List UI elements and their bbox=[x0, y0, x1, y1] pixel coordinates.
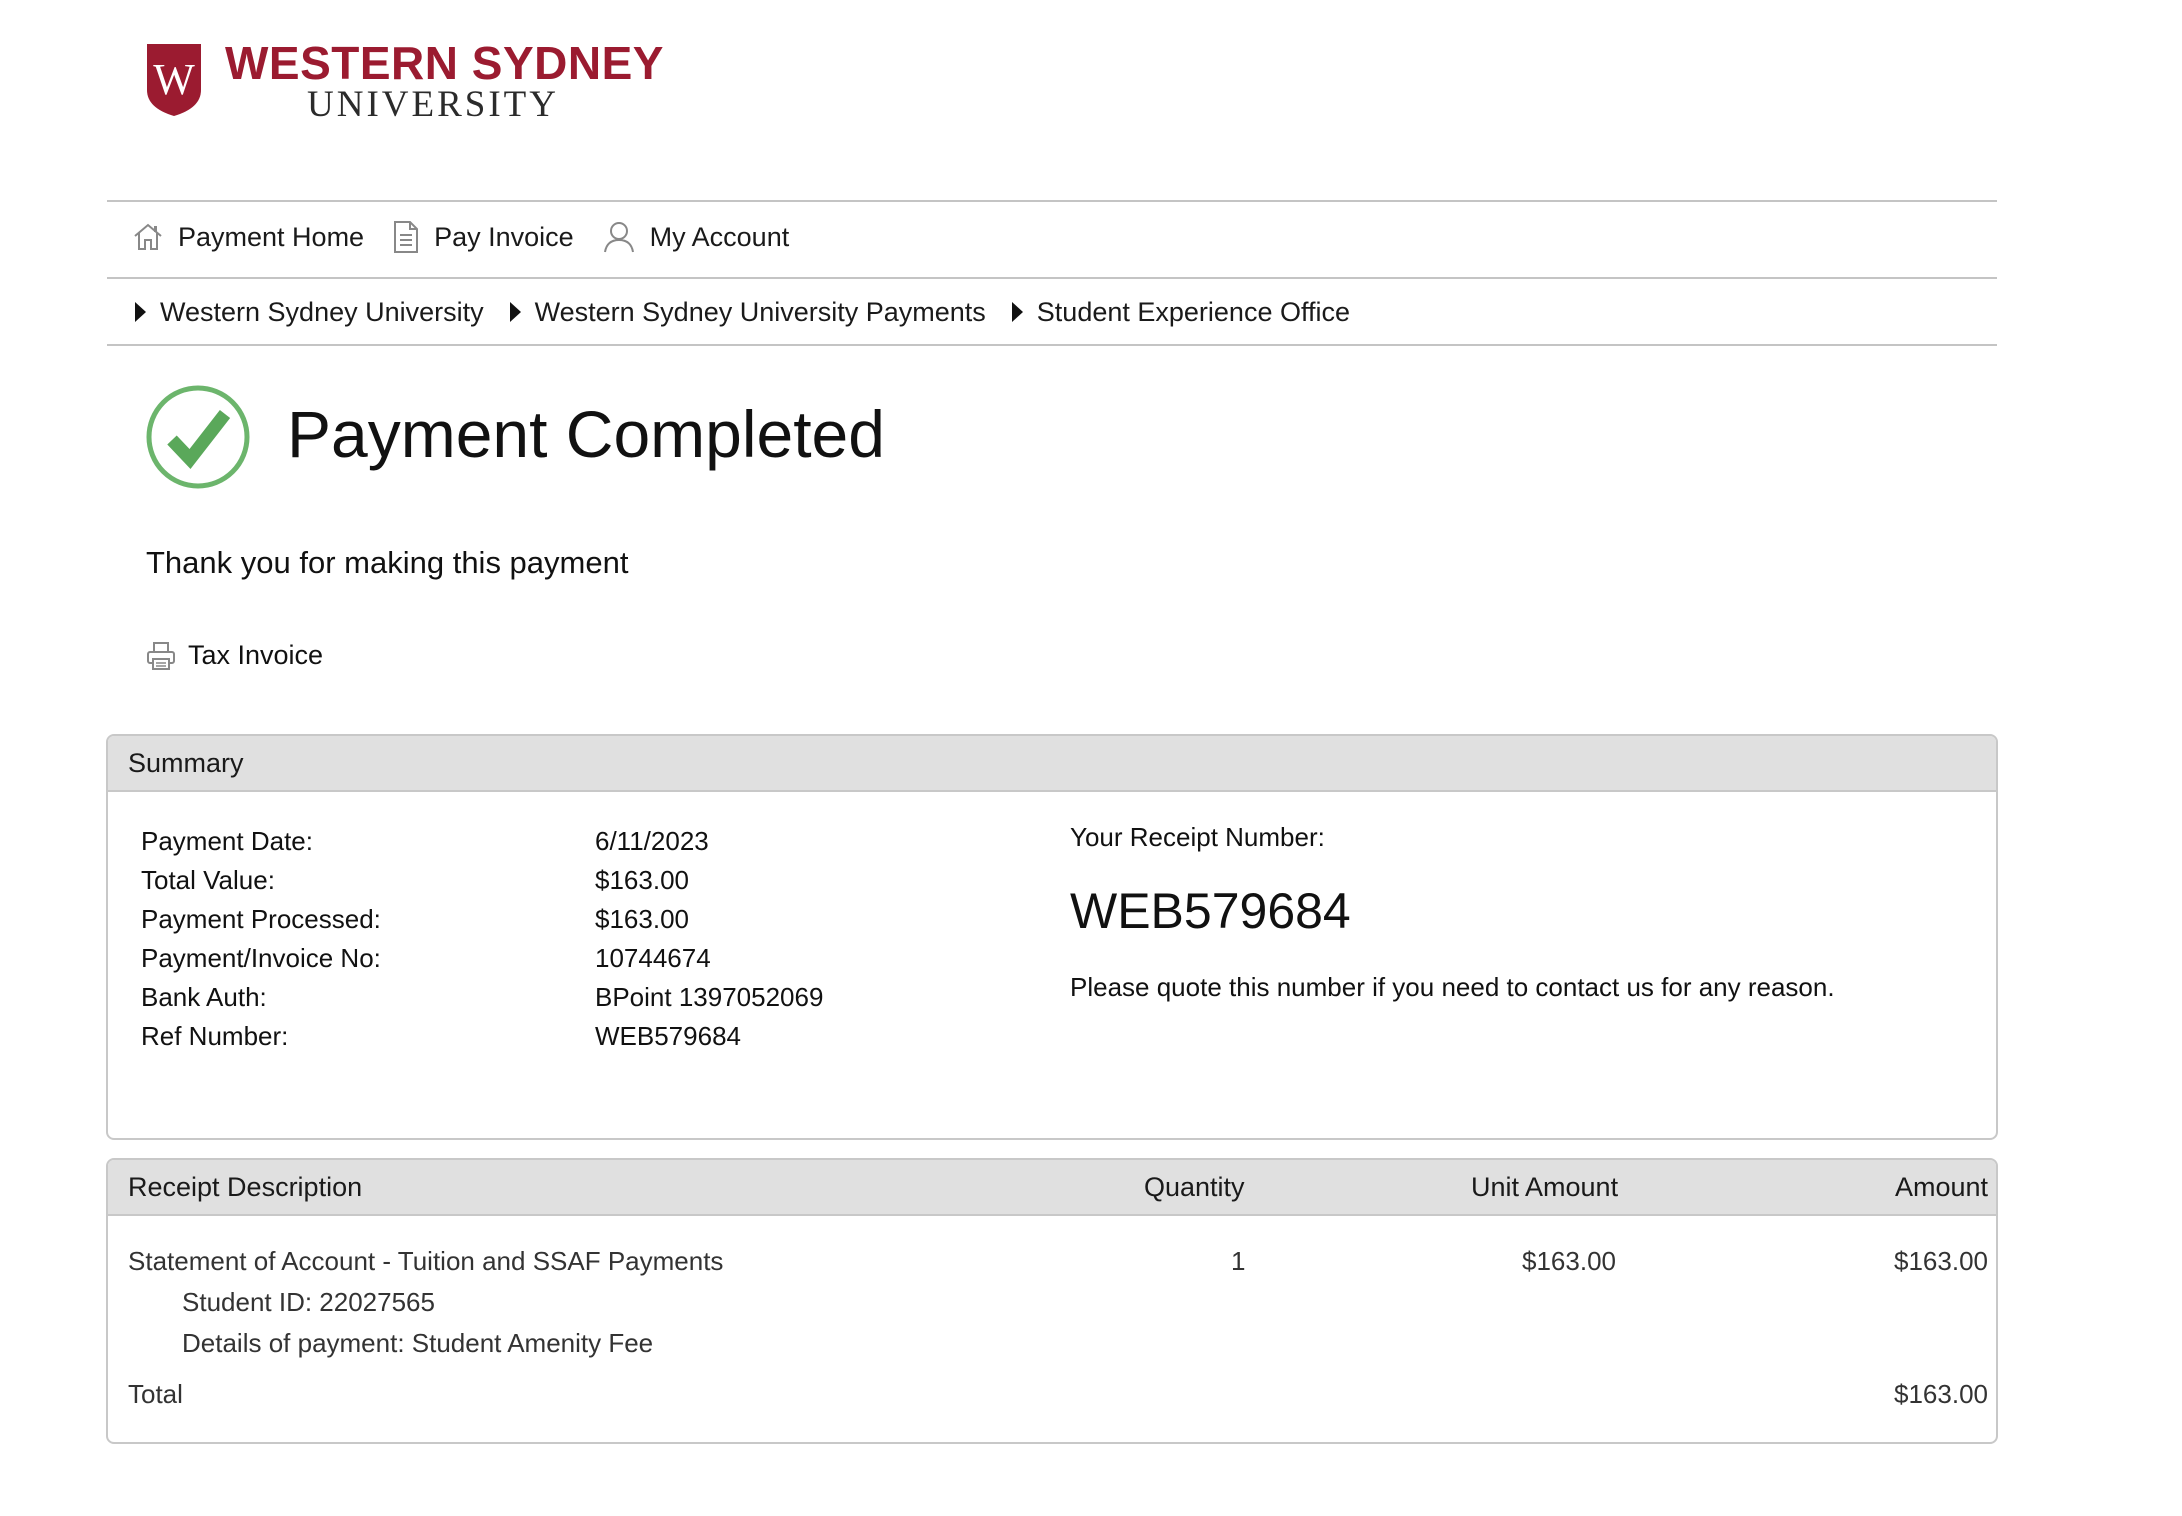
triangle-right-icon bbox=[135, 302, 146, 322]
triangle-right-icon bbox=[1011, 302, 1023, 322]
bank-auth-value: BPoint 1397052069 bbox=[595, 982, 824, 1012]
thank-you-message: Thank you for making this payment bbox=[146, 545, 629, 580]
total-amount: $163.00 bbox=[1894, 1379, 1988, 1409]
nav-my-account-label: My Account bbox=[649, 221, 790, 252]
breadcrumb-item[interactable]: Student Experience Office bbox=[1011, 296, 1350, 328]
breadcrumb-divider bbox=[107, 344, 1997, 346]
column-unit-amount: Unit Amount bbox=[1471, 1172, 1619, 1202]
summary-heading-label: Summary bbox=[128, 747, 244, 778]
column-amount: Amount bbox=[1894, 1172, 1988, 1202]
breadcrumb-item[interactable]: Western Sydney University bbox=[135, 297, 484, 328]
column-receipt-description: Receipt Description bbox=[128, 1172, 363, 1202]
summary-labels: Payment Date: Total Value: Payment Proce… bbox=[141, 822, 381, 1056]
breadcrumb-label: Student Experience Office bbox=[1036, 296, 1350, 327]
nav-payment-home-label: Payment Home bbox=[178, 221, 365, 252]
payment-date-label: Payment Date: bbox=[141, 826, 313, 856]
ref-number-label: Ref Number: bbox=[141, 1021, 289, 1051]
item-amount: $163.00 bbox=[1894, 1246, 1988, 1276]
item-student-id: Student ID: 22027565 bbox=[182, 1287, 435, 1317]
payment-processed-label: Payment Processed: bbox=[141, 904, 381, 934]
invoice-no-label: Payment/Invoice No: bbox=[141, 943, 381, 973]
receipt-number-label: Your Receipt Number: bbox=[1070, 822, 1325, 852]
payment-processed-value: $163.00 bbox=[595, 904, 689, 934]
total-value-value: $163.00 bbox=[595, 865, 689, 895]
receipt-table: Receipt Description Quantity Unit Amount… bbox=[106, 1158, 1998, 1444]
nav-bottom-divider bbox=[107, 277, 1997, 279]
summary-values: 6/11/2023 $163.00 $163.00 10744674 BPoin… bbox=[595, 822, 823, 1056]
column-quantity: Quantity bbox=[1144, 1172, 1245, 1202]
item-quantity: 1 bbox=[1231, 1246, 1246, 1276]
receipt-number: WEB579684 bbox=[1070, 883, 1351, 939]
item-description: Statement of Account - Tuition and SSAF … bbox=[128, 1246, 724, 1276]
receipt-note: Please quote this number if you need to … bbox=[1070, 972, 1835, 1002]
home-icon bbox=[134, 223, 162, 250]
breadcrumb-item[interactable]: Western Sydney University Payments bbox=[509, 296, 986, 328]
breadcrumb-label: Western Sydney University bbox=[160, 296, 484, 327]
shield-logo-icon: W bbox=[147, 44, 201, 116]
summary-heading: Summary bbox=[108, 736, 1996, 792]
total-label: Total bbox=[128, 1379, 183, 1409]
breadcrumb-label: Western Sydney University Payments bbox=[534, 296, 986, 327]
receipt-table-header: Receipt Description Quantity Unit Amount… bbox=[108, 1160, 1996, 1216]
bank-auth-label: Bank Auth: bbox=[141, 982, 267, 1012]
nav-pay-invoice-label: Pay Invoice bbox=[434, 221, 574, 252]
checkmark-circle-icon bbox=[146, 385, 250, 489]
total-value-label: Total Value: bbox=[141, 865, 275, 895]
nav-my-account[interactable]: My Account bbox=[602, 220, 790, 254]
payment-date-value: 6/11/2023 bbox=[595, 826, 709, 856]
logo-line-2: UNIVERSITY bbox=[307, 84, 559, 125]
document-icon bbox=[394, 221, 419, 253]
printer-icon bbox=[147, 641, 175, 670]
breadcrumb: Western Sydney University Western Sydney… bbox=[135, 292, 1376, 332]
triangle-right-icon bbox=[509, 302, 521, 322]
nav-payment-home[interactable]: Payment Home bbox=[132, 221, 364, 253]
invoice-no-value: 10744674 bbox=[595, 943, 711, 973]
nav-pay-invoice[interactable]: Pay Invoice bbox=[392, 220, 574, 254]
shield-letter: W bbox=[153, 55, 195, 104]
nav-top-divider bbox=[107, 200, 1997, 202]
logo-line-1: WESTERN SYDNEY bbox=[225, 37, 664, 89]
item-details: Details of payment: Student Amenity Fee bbox=[182, 1328, 654, 1358]
summary-panel: Summary Payment Date: Total Value: Payme… bbox=[106, 734, 1998, 1140]
tax-invoice-label: Tax Invoice bbox=[188, 640, 324, 670]
user-icon bbox=[603, 222, 634, 253]
ref-number-value: WEB579684 bbox=[595, 1021, 741, 1051]
top-navigation: Payment Home Pay Invoice My Account bbox=[132, 212, 817, 262]
page-title: Payment Completed bbox=[287, 397, 885, 471]
item-unit-amount: $163.00 bbox=[1522, 1246, 1616, 1276]
university-logo: W WESTERN SYDNEY UNIVERSITY bbox=[145, 38, 663, 128]
tax-invoice-link[interactable]: Tax Invoice bbox=[146, 640, 323, 671]
